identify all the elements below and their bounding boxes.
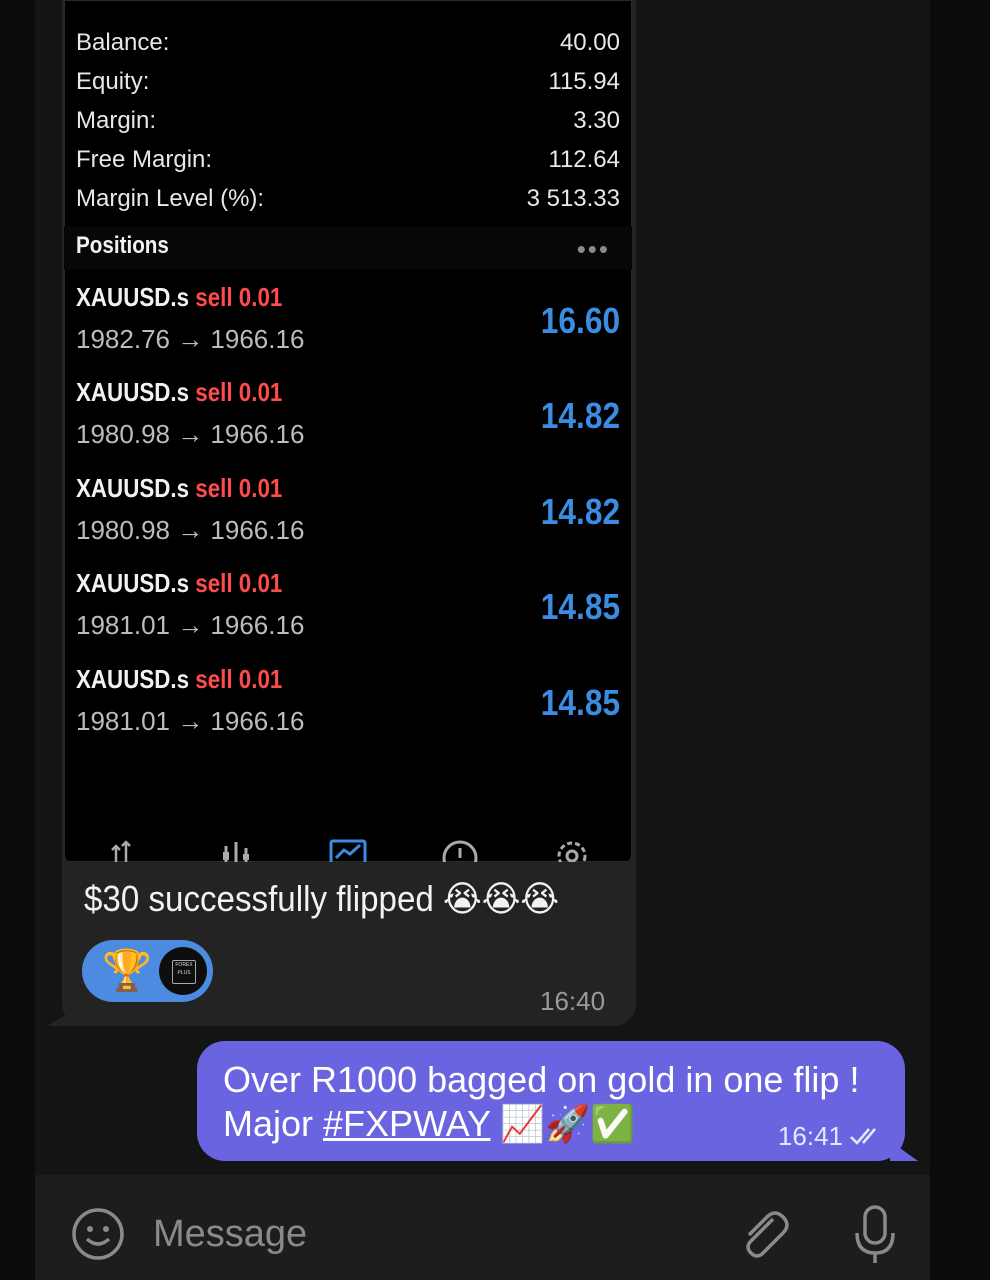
position-title: XAUUSD.s sell 0.01 <box>76 473 282 504</box>
position-side: sell 0.01 <box>195 473 283 503</box>
margin-row: Margin: 3.30 <box>76 104 620 138</box>
free-margin-label: Free Margin: <box>76 146 213 173</box>
message-input-bar: Message <box>35 1175 930 1280</box>
position-side: sell 0.01 <box>195 664 283 694</box>
margin-level-row: Margin Level (%): 3 513.33 <box>76 182 620 216</box>
position-profit: 14.82 <box>540 491 620 532</box>
outgoing-text-line2: Major #FXPWAY 📈🚀✅ <box>223 1103 635 1145</box>
message-input[interactable]: Message <box>153 1213 307 1256</box>
balance-row: Balance: 40.00 <box>76 26 620 60</box>
equity-row: Equity: 115.94 <box>76 65 620 99</box>
position-title: XAUUSD.s sell 0.01 <box>76 282 282 313</box>
free-margin-value: 112.64 <box>548 146 620 173</box>
emoji-icon[interactable] <box>71 1207 125 1261</box>
position-side: sell 0.01 <box>195 377 283 407</box>
balance-value: 40.00 <box>559 29 620 56</box>
position-symbol: XAUUSD.s <box>76 377 190 407</box>
position-side: sell 0.01 <box>195 568 283 598</box>
position-title: XAUUSD.s sell 0.01 <box>76 568 282 599</box>
equity-value: 115.94 <box>548 68 620 95</box>
double-check-icon <box>850 1128 876 1145</box>
position-symbol: XAUUSD.s <box>76 473 190 503</box>
position-profit: 14.85 <box>540 586 620 627</box>
message-caption: $30 successfully flipped 😭😭😭 <box>84 878 560 919</box>
position-prices: 1981.01 → 1966.16 <box>76 706 305 736</box>
position-row[interactable]: XAUUSD.s sell 0.01 1982.76 → 1966.16 16.… <box>76 282 620 372</box>
chart-icon[interactable] <box>328 836 368 862</box>
position-row[interactable]: XAUUSD.s sell 0.01 1980.98 → 1966.16 14.… <box>76 377 620 467</box>
outgoing-text-line1: Over R1000 bagged on gold in one flip ! <box>223 1059 860 1100</box>
positions-title: Positions <box>76 232 169 259</box>
forex-plus-logo: FOREX PLUS <box>172 960 196 984</box>
positions-header: Positions ••• <box>64 226 632 270</box>
trading-screenshot[interactable]: Balance: 40.00 Equity: 115.94 Margin: 3.… <box>64 0 632 862</box>
microphone-icon[interactable] <box>847 1203 903 1267</box>
position-prices: 1982.76 → 1966.16 <box>76 324 305 354</box>
margin-level-label: Margin Level (%): <box>76 185 265 212</box>
position-symbol: XAUUSD.s <box>76 568 190 598</box>
position-profit: 14.82 <box>540 395 620 436</box>
position-symbol: XAUUSD.s <box>76 282 190 312</box>
settings-icon[interactable] <box>552 836 592 862</box>
position-prices: 1981.01 → 1966.16 <box>76 610 305 640</box>
position-profit: 16.60 <box>540 300 620 341</box>
paperclip-icon[interactable] <box>735 1205 791 1261</box>
trade-icon[interactable] <box>106 836 146 862</box>
bottom-tab-bar <box>64 836 632 862</box>
hashtag-link[interactable]: #FXPWAY <box>323 1103 490 1144</box>
margin-value: 3.30 <box>573 107 620 134</box>
outgoing-text-prefix: Major <box>223 1103 324 1144</box>
position-profit: 14.85 <box>540 682 620 723</box>
reaction-chip[interactable]: 🏆 FOREX PLUS <box>82 940 213 1002</box>
balance-label: Balance: <box>76 29 170 56</box>
position-row[interactable]: XAUUSD.s sell 0.01 1981.01 → 1966.16 14.… <box>76 568 620 658</box>
position-prices: 1980.98 → 1966.16 <box>76 515 305 545</box>
position-side: sell 0.01 <box>195 282 283 312</box>
position-title: XAUUSD.s sell 0.01 <box>76 377 282 408</box>
free-margin-row: Free Margin: 112.64 <box>76 143 620 177</box>
margin-level-value: 3 513.33 <box>526 185 620 212</box>
chart-bars-icon[interactable] <box>216 836 256 862</box>
position-symbol: XAUUSD.s <box>76 664 190 694</box>
position-prices: 1980.98 → 1966.16 <box>76 419 305 449</box>
position-row[interactable]: XAUUSD.s sell 0.01 1981.01 → 1966.16 14.… <box>76 664 620 754</box>
margin-label: Margin: <box>76 107 157 134</box>
trophy-icon: 🏆 <box>102 949 152 993</box>
avatar[interactable]: FOREX PLUS <box>159 947 207 995</box>
position-row[interactable]: XAUUSD.s sell 0.01 1980.98 → 1966.16 14.… <box>76 473 620 563</box>
outgoing-message-bubble[interactable]: Over R1000 bagged on gold in one flip ! … <box>197 1041 905 1161</box>
incoming-timestamp: 16:40 <box>540 986 606 1016</box>
equity-label: Equity: <box>76 68 150 95</box>
history-icon[interactable] <box>440 836 480 862</box>
more-dots-icon[interactable]: ••• <box>577 234 610 265</box>
position-title: XAUUSD.s sell 0.01 <box>76 664 282 695</box>
outgoing-timestamp: 16:41 <box>777 1121 843 1151</box>
outgoing-emojis: 📈🚀✅ <box>490 1103 635 1144</box>
